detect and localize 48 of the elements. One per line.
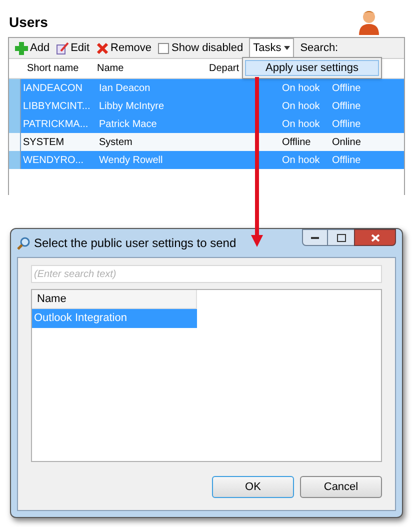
table-cell-text: PATRICKMA... (22, 118, 90, 132)
page-title: Users (9, 12, 48, 32)
close-button[interactable] (354, 229, 396, 246)
close-icon (370, 234, 380, 242)
table-cell-text: WENDYRO... (22, 154, 85, 168)
maximize-icon (336, 234, 346, 242)
table-cell-text: Offline (332, 82, 361, 96)
table-cell-text: On hook (282, 118, 321, 132)
cancel-button[interactable]: Cancel (300, 476, 382, 498)
pencil-icon (56, 42, 69, 54)
search-icon (17, 236, 30, 250)
table-cell-text: IANDEACON (22, 82, 84, 96)
cross-icon (96, 42, 109, 54)
table-cell-text: Offline (332, 154, 361, 168)
tasks-menu-button[interactable]: Tasks (249, 38, 294, 58)
search-label: Search: (300, 40, 338, 56)
table-cell-text: LIBBYMCINT... (22, 100, 92, 114)
table-cell-text: Offline (282, 136, 312, 150)
minimize-icon (311, 236, 319, 239)
table-cell-text: SYSTEM (22, 136, 66, 150)
user-avatar-icon (358, 9, 380, 35)
add-button[interactable]: Add (15, 40, 50, 56)
column-header[interactable]: Name (93, 61, 207, 76)
table-cell-text: Offline (332, 118, 361, 132)
dialog-title: Select the public user settings to send (34, 235, 236, 252)
table-cell-text: Online (332, 136, 361, 150)
table-cell-text: Ian Deacon (98, 82, 152, 96)
table-row[interactable]: SYSTEM System Offline Online (9, 133, 404, 151)
maximize-button[interactable] (328, 229, 354, 246)
column-header[interactable]: Name (32, 290, 197, 309)
table-cell-text: System (98, 136, 134, 150)
column-header[interactable]: Depart (207, 61, 240, 76)
plus-icon (15, 42, 28, 54)
search-field[interactable]: (Enter search text) (31, 265, 382, 283)
caret-icon (284, 46, 290, 50)
column-header[interactable]: Short name (23, 61, 93, 76)
table-cell-text: Wendy Rowell (98, 154, 164, 168)
table-cell-text: Libby McIntyre (98, 100, 166, 114)
edit-button[interactable]: Edit (56, 40, 90, 56)
minimize-button[interactable] (302, 229, 328, 246)
table-cell-text: On hook (282, 154, 321, 168)
table-cell-text: Patrick Mace (98, 118, 158, 132)
menu-item[interactable]: Apply user settings (245, 60, 379, 76)
table-cell-text: Offline (332, 100, 361, 114)
table-cell-text: On hook (282, 82, 321, 96)
ok-button[interactable]: OK (212, 476, 294, 498)
remove-button[interactable]: Remove (96, 40, 152, 56)
table-cell-text: On hook (282, 100, 321, 114)
